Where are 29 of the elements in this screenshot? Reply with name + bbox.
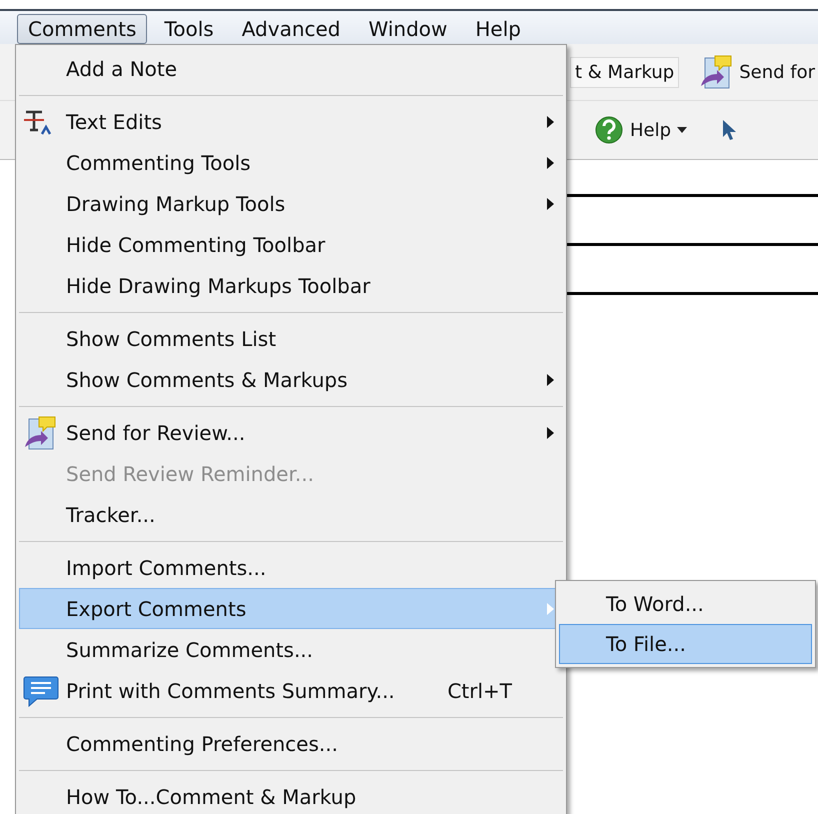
menu-item[interactable]: Text Edits: [19, 101, 563, 142]
menu-item[interactable]: Hide Commenting Toolbar: [19, 224, 563, 265]
dropdown-arrow-icon: [677, 127, 688, 133]
menu-item[interactable]: To File...: [559, 624, 812, 664]
send-icon: [699, 54, 734, 90]
shortcut-label: Ctrl+T: [447, 678, 512, 702]
menu-bar-item[interactable]: Window: [358, 14, 458, 44]
pointer-icon[interactable]: [721, 119, 738, 141]
help-icon: [594, 115, 624, 145]
menu-item[interactable]: Tracker...: [19, 494, 563, 535]
menu-item[interactable]: How To...Comment & Markup: [19, 776, 563, 814]
menu-item[interactable]: Print with Comments Summary... Ctrl+T: [19, 670, 563, 711]
menu-item[interactable]: Send for Review...: [19, 412, 563, 453]
menu-item[interactable]: Show Comments & Markups: [19, 359, 563, 400]
menu-item[interactable]: Show Comments List: [19, 318, 563, 359]
menu-item[interactable]: Drawing Markup Tools: [19, 183, 563, 224]
menu-item[interactable]: Commenting Tools: [19, 142, 563, 183]
menu-item[interactable]: Hide Drawing Markups Toolbar: [19, 265, 563, 306]
markup-button[interactable]: t & Markup: [570, 56, 680, 88]
menu-bar-item[interactable]: Comments: [17, 14, 148, 44]
help-button[interactable]: Help: [590, 111, 692, 149]
menu-item[interactable]: Commenting Preferences...: [19, 723, 563, 764]
send-button[interactable]: Send for: [695, 50, 818, 94]
menu-bar-item[interactable]: Help: [464, 14, 532, 44]
menu-bar-item[interactable]: Advanced: [230, 14, 352, 44]
send-review-icon: [23, 414, 57, 450]
menu-item[interactable]: Add a Note: [19, 48, 563, 89]
menu-bar-item[interactable]: Tools: [153, 14, 225, 44]
speech-bubble-icon: [23, 674, 59, 706]
